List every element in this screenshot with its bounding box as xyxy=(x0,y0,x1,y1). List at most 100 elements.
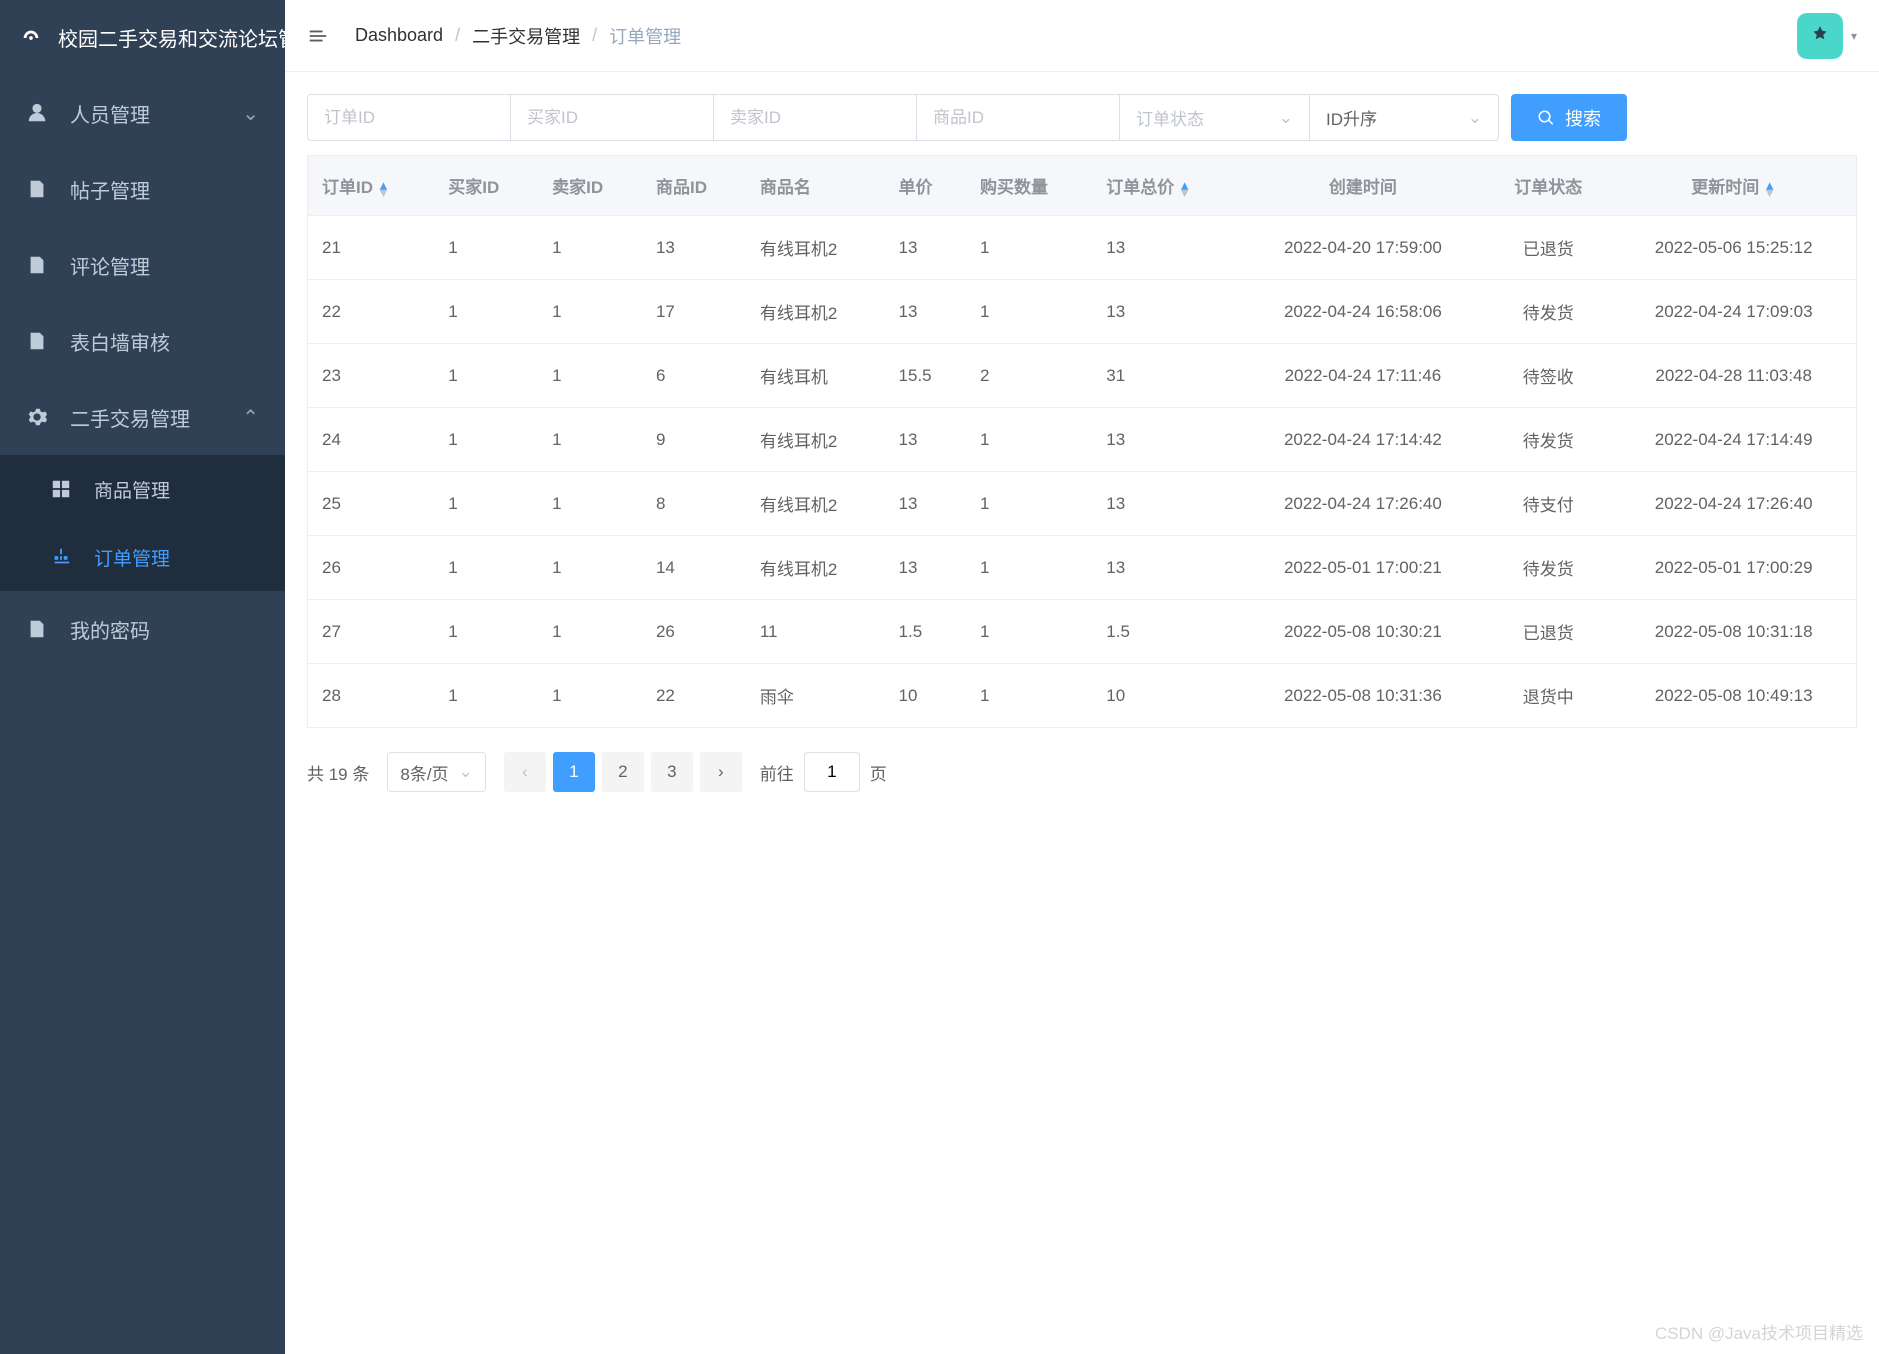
cell: 有线耳机2 xyxy=(746,472,885,536)
caret-down-icon[interactable]: ▾ xyxy=(1851,29,1857,43)
table-row[interactable]: 23116有线耳机15.52312022-04-24 17:11:46待签收20… xyxy=(308,344,1857,408)
cell: 有线耳机 xyxy=(746,344,885,408)
buyer-id-input[interactable] xyxy=(510,94,713,141)
cell: 2022-05-08 10:49:13 xyxy=(1611,664,1856,728)
page-size-select[interactable]: 8条/页 ⌄ xyxy=(387,752,485,792)
cell: 退货中 xyxy=(1485,664,1611,728)
table-row[interactable]: 25118有线耳机2131132022-04-24 17:26:40待支付202… xyxy=(308,472,1857,536)
sidebar: 校园二手交易和交流论坛管 人员管理⌄帖子管理评论管理表白墙审核二手交易管理⌃商品… xyxy=(0,0,285,1354)
doc-icon xyxy=(26,618,48,640)
cell: 26 xyxy=(642,600,746,664)
prev-page-button[interactable]: ‹ xyxy=(504,752,546,792)
sort-icon: ▲▼ xyxy=(1763,182,1776,196)
cell: 有线耳机2 xyxy=(746,216,885,280)
breadcrumb-sep: / xyxy=(455,25,460,46)
cell: 1 xyxy=(538,280,642,344)
cell: 13 xyxy=(885,280,967,344)
page-button[interactable]: 1 xyxy=(553,752,595,792)
cell: 2022-05-01 17:00:21 xyxy=(1241,536,1485,600)
status-select[interactable]: 订单状态 ⌄ xyxy=(1119,94,1309,141)
sort-select[interactable]: ID升序 ⌄ xyxy=(1309,94,1499,141)
sidebar-item[interactable]: 帖子管理 xyxy=(0,151,285,227)
chevron-right-icon: › xyxy=(718,762,724,782)
pagination: 共 19 条 8条/页 ⌄ ‹ 123 › 前往 页 xyxy=(307,752,1857,792)
table-body: 211113有线耳机2131132022-04-20 17:59:00已退货20… xyxy=(308,216,1857,728)
cell: 2022-04-24 17:11:46 xyxy=(1241,344,1485,408)
sidebar-item[interactable]: 我的密码 xyxy=(0,591,285,667)
hamburger-icon[interactable] xyxy=(307,25,329,47)
gear-icon xyxy=(26,406,48,428)
cell: 27 xyxy=(308,600,435,664)
cell: 2022-04-24 17:14:42 xyxy=(1241,408,1485,472)
order-id-input[interactable] xyxy=(307,94,510,141)
chevron-left-icon: ‹ xyxy=(522,762,528,782)
sort-select-value: ID升序 xyxy=(1326,105,1377,130)
table-row[interactable]: 211113有线耳机2131132022-04-20 17:59:00已退货20… xyxy=(308,216,1857,280)
sidebar-item[interactable]: 评论管理 xyxy=(0,227,285,303)
page-button[interactable]: 3 xyxy=(651,752,693,792)
cell: 2022-04-24 17:26:40 xyxy=(1611,472,1856,536)
cell: 1 xyxy=(538,664,642,728)
sidebar-item[interactable]: 表白墙审核 xyxy=(0,303,285,379)
breadcrumb-sep: / xyxy=(592,25,597,46)
app-title-text: 校园二手交易和交流论坛管 xyxy=(58,23,285,52)
sidebar-item-label: 订单管理 xyxy=(94,544,170,571)
table-row[interactable]: 281122雨伞101102022-05-08 10:31:36退货中2022-… xyxy=(308,664,1857,728)
doc-icon xyxy=(26,254,48,276)
cell: 1 xyxy=(538,472,642,536)
table-row[interactable]: 221117有线耳机2131132022-04-24 16:58:06待发货20… xyxy=(308,280,1857,344)
next-page-button[interactable]: › xyxy=(700,752,742,792)
cell: 1 xyxy=(966,472,1092,536)
cell: 6 xyxy=(642,344,746,408)
cell: 22 xyxy=(308,280,435,344)
cell: 2022-04-28 11:03:48 xyxy=(1611,344,1856,408)
table-row[interactable]: 261114有线耳机2131132022-05-01 17:00:21待发货20… xyxy=(308,536,1857,600)
sidebar-item[interactable]: 人员管理⌄ xyxy=(0,75,285,151)
seller-id-input[interactable] xyxy=(713,94,916,141)
pagination-total: 共 19 条 xyxy=(307,760,369,785)
cell: 9 xyxy=(642,408,746,472)
breadcrumb-item[interactable]: 二手交易管理 xyxy=(472,23,580,49)
cell: 1 xyxy=(538,408,642,472)
cell: 有线耳机2 xyxy=(746,408,885,472)
cell: 26 xyxy=(308,536,435,600)
doc-icon xyxy=(26,330,48,352)
col-header[interactable]: 订单总价▲▼ xyxy=(1092,156,1240,216)
table-row[interactable]: 271126111.511.52022-05-08 10:30:21已退货202… xyxy=(308,600,1857,664)
cell: 10 xyxy=(885,664,967,728)
cell: 13 xyxy=(1092,472,1240,536)
product-id-input[interactable] xyxy=(916,94,1119,141)
pagination-buttons: ‹ 123 › xyxy=(504,752,742,792)
col-header: 商品ID xyxy=(642,156,746,216)
cell: 2022-05-08 10:30:21 xyxy=(1241,600,1485,664)
sidebar-subitem[interactable]: 订单管理 xyxy=(0,523,285,591)
cell: 1 xyxy=(434,408,538,472)
col-header: 创建时间 xyxy=(1241,156,1485,216)
avatar[interactable] xyxy=(1797,13,1843,59)
col-header[interactable]: 订单ID▲▼ xyxy=(308,156,435,216)
cell: 1 xyxy=(538,536,642,600)
sidebar-item[interactable]: 二手交易管理⌃ xyxy=(0,379,285,455)
status-select-placeholder: 订单状态 xyxy=(1136,105,1204,130)
cell: 1 xyxy=(434,472,538,536)
sidebar-subitem[interactable]: 商品管理 xyxy=(0,455,285,523)
pagination-jump: 前往 页 xyxy=(760,752,887,792)
col-header[interactable]: 更新时间▲▼ xyxy=(1611,156,1856,216)
cell: 待发货 xyxy=(1485,408,1611,472)
col-header: 订单状态 xyxy=(1485,156,1611,216)
cell: 2022-04-24 17:09:03 xyxy=(1611,280,1856,344)
cell: 1 xyxy=(966,664,1092,728)
cell: 有线耳机2 xyxy=(746,536,885,600)
search-icon xyxy=(1537,109,1555,127)
breadcrumb-item[interactable]: Dashboard xyxy=(355,25,443,46)
table-row[interactable]: 24119有线耳机2131132022-04-24 17:14:42待发货202… xyxy=(308,408,1857,472)
cell: 1 xyxy=(966,600,1092,664)
cell: 2022-05-08 10:31:36 xyxy=(1241,664,1485,728)
jump-input[interactable] xyxy=(804,752,860,792)
cell: 2022-04-24 17:26:40 xyxy=(1241,472,1485,536)
cell: 1 xyxy=(434,536,538,600)
page-button[interactable]: 2 xyxy=(602,752,644,792)
cell: 13 xyxy=(642,216,746,280)
search-button[interactable]: 搜索 xyxy=(1511,94,1627,141)
cell: 31 xyxy=(1092,344,1240,408)
